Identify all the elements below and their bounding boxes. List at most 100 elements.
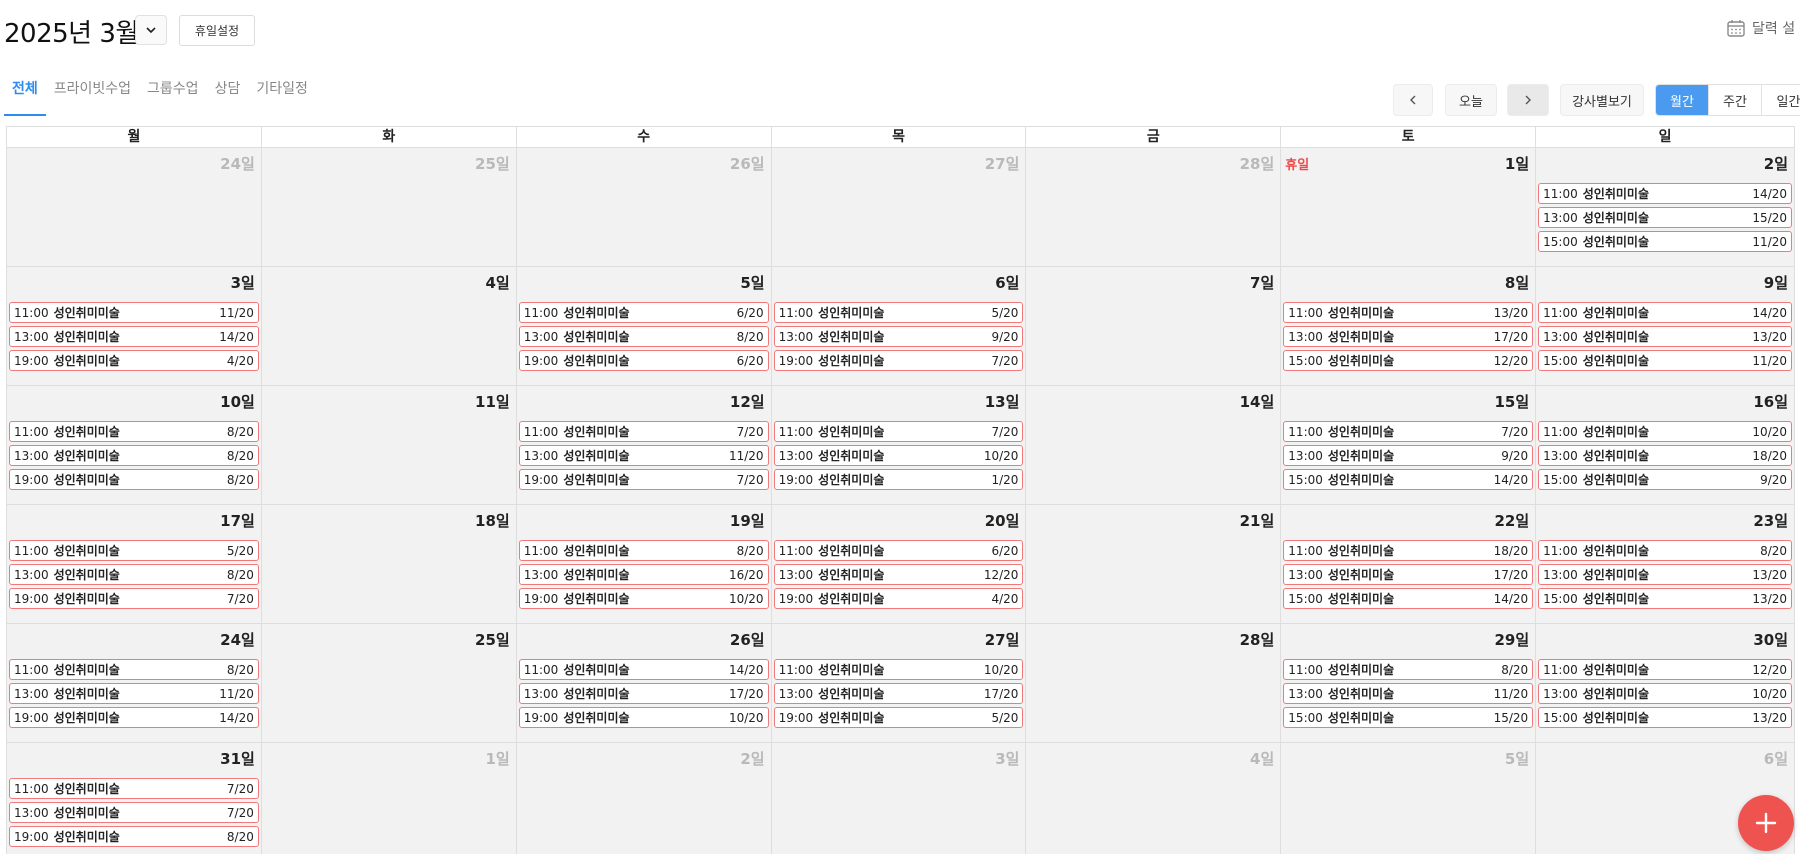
schedule-event[interactable]: 13:00 성인취미미술 15/20: [1538, 207, 1793, 228]
schedule-event[interactable]: 15:00 성인취미미술 11/20: [1538, 231, 1793, 252]
day-cell[interactable]: 7일: [1026, 267, 1282, 386]
schedule-event[interactable]: 13:00 성인취미미술 17/20: [518, 683, 769, 704]
schedule-event[interactable]: 11:00 성인취미미술 13/20: [1283, 302, 1534, 323]
day-cell[interactable]: 25일: [261, 148, 517, 267]
schedule-event[interactable]: 19:00 성인취미미술 8/20: [9, 826, 259, 847]
schedule-event[interactable]: 11:00 성인취미미술 14/20: [518, 659, 769, 680]
day-cell[interactable]: 21일: [1026, 505, 1282, 624]
holiday-settings-button[interactable]: 휴일설정: [179, 15, 255, 46]
schedule-event[interactable]: 19:00 성인취미미술 10/20: [518, 707, 769, 728]
schedule-event[interactable]: 19:00 성인취미미술 7/20: [773, 350, 1024, 371]
tab-other-schedule[interactable]: 기타일정: [248, 70, 316, 116]
schedule-event[interactable]: 19:00 성인취미미술 6/20: [518, 350, 769, 371]
schedule-event[interactable]: 15:00 성인취미미술 13/20: [1538, 707, 1793, 728]
day-cell[interactable]: 8일 11:00 성인취미미술 13/20 13:00 성인취미미술 17/20 15:00 성…: [1281, 267, 1537, 386]
tab-all[interactable]: 전체: [4, 70, 46, 116]
day-cell[interactable]: 6일 11:00 성인취미미술 5/20 13:00 성인취미미술 9/20 19:00 성인취…: [771, 267, 1027, 386]
schedule-event[interactable]: 13:00 성인취미미술 10/20: [773, 445, 1024, 466]
day-cell[interactable]: 24일 11:00 성인취미미술 8/20 13:00 성인취미미술 11/20 19:00 성…: [7, 624, 262, 743]
schedule-event[interactable]: 11:00 성인취미미술 5/20: [773, 302, 1024, 323]
day-cell[interactable]: 26일 11:00 성인취미미술 14/20 13:00 성인취미미술 17/20 19:00…: [516, 624, 772, 743]
schedule-event[interactable]: 11:00 성인취미미술 12/20: [1538, 659, 1793, 680]
schedule-event[interactable]: 11:00 성인취미미술 6/20: [518, 302, 769, 323]
schedule-event[interactable]: 15:00 성인취미미술 14/20: [1283, 588, 1534, 609]
month-dropdown-button[interactable]: [135, 15, 167, 45]
schedule-event[interactable]: 13:00 성인취미미술 14/20: [9, 326, 259, 347]
schedule-event[interactable]: 15:00 성인취미미술 15/20: [1283, 707, 1534, 728]
day-cell[interactable]: 19일 11:00 성인취미미술 8/20 13:00 성인취미미술 16/20 19:00 성…: [516, 505, 772, 624]
day-cell[interactable]: 12일 11:00 성인취미미술 7/20 13:00 성인취미미술 11/20 19:00 성…: [516, 386, 772, 505]
schedule-event[interactable]: 13:00 성인취미미술 17/20: [1283, 326, 1534, 347]
schedule-event[interactable]: 19:00 성인취미미술 1/20: [773, 469, 1024, 490]
schedule-event[interactable]: 13:00 성인취미미술 11/20: [518, 445, 769, 466]
day-cell[interactable]: 2일: [516, 743, 772, 854]
schedule-event[interactable]: 11:00 성인취미미술 8/20: [9, 421, 259, 442]
day-cell[interactable]: 24일: [7, 148, 262, 267]
schedule-event[interactable]: 11:00 성인취미미술 14/20: [1538, 302, 1793, 323]
schedule-event[interactable]: 11:00 성인취미미술 8/20: [1283, 659, 1534, 680]
day-cell[interactable]: 2일 11:00 성인취미미술 14/20 13:00 성인취미미술 15/20 15:00 성…: [1536, 148, 1796, 267]
schedule-event[interactable]: 13:00 성인취미미술 8/20: [9, 445, 259, 466]
day-cell[interactable]: 9일 11:00 성인취미미술 14/20 13:00 성인취미미술 13/20 15:00 성…: [1536, 267, 1796, 386]
tab-consultation[interactable]: 상담: [207, 70, 249, 116]
day-cell[interactable]: 16일 11:00 성인취미미술 10/20 13:00 성인취미미술 18/20 15:00…: [1536, 386, 1796, 505]
schedule-event[interactable]: 13:00 성인취미미술 18/20: [1538, 445, 1793, 466]
schedule-event[interactable]: 11:00 성인취미미술 7/20: [1283, 421, 1534, 442]
schedule-event[interactable]: 19:00 성인취미미술 4/20: [773, 588, 1024, 609]
add-schedule-button[interactable]: [1738, 795, 1794, 851]
schedule-event[interactable]: 13:00 성인취미미술 11/20: [1283, 683, 1534, 704]
schedule-event[interactable]: 19:00 성인취미미술 7/20: [518, 469, 769, 490]
schedule-event[interactable]: 15:00 성인취미미술 12/20: [1283, 350, 1534, 371]
schedule-event[interactable]: 19:00 성인취미미술 5/20: [773, 707, 1024, 728]
schedule-event[interactable]: 19:00 성인취미미술 10/20: [518, 588, 769, 609]
day-cell[interactable]: 29일 11:00 성인취미미술 8/20 13:00 성인취미미술 11/20 15:00 성…: [1281, 624, 1537, 743]
by-instructor-button[interactable]: 강사별보기: [1560, 84, 1644, 116]
schedule-event[interactable]: 13:00 성인취미미술 10/20: [1538, 683, 1793, 704]
day-cell[interactable]: 27일 11:00 성인취미미술 10/20 13:00 성인취미미술 17/20 19:00…: [771, 624, 1027, 743]
day-cell[interactable]: 1일 휴일: [1281, 148, 1537, 267]
schedule-event[interactable]: 11:00 성인취미미술 8/20: [518, 540, 769, 561]
schedule-event[interactable]: 11:00 성인취미미술 14/20: [1538, 183, 1793, 204]
day-cell[interactable]: 27일: [771, 148, 1027, 267]
day-cell[interactable]: 30일 11:00 성인취미미술 12/20 13:00 성인취미미술 10/20 15:00…: [1536, 624, 1796, 743]
schedule-event[interactable]: 11:00 성인취미미술 8/20: [1538, 540, 1793, 561]
schedule-event[interactable]: 15:00 성인취미미술 11/20: [1538, 350, 1793, 371]
schedule-event[interactable]: 11:00 성인취미미술 5/20: [9, 540, 259, 561]
schedule-event[interactable]: 19:00 성인취미미술 14/20: [9, 707, 259, 728]
day-cell[interactable]: 31일 11:00 성인취미미술 7/20 13:00 성인취미미술 7/20 19:00 성인…: [7, 743, 262, 854]
schedule-event[interactable]: 19:00 성인취미미술 8/20: [9, 469, 259, 490]
schedule-event[interactable]: 13:00 성인취미미술 9/20: [773, 326, 1024, 347]
schedule-event[interactable]: 11:00 성인취미미술 18/20: [1283, 540, 1534, 561]
schedule-event[interactable]: 11:00 성인취미미술 11/20: [9, 302, 259, 323]
day-cell[interactable]: 28일: [1026, 624, 1282, 743]
schedule-event[interactable]: 11:00 성인취미미술 10/20: [1538, 421, 1793, 442]
day-cell[interactable]: 25일: [261, 624, 517, 743]
tab-group-lesson[interactable]: 그룹수업: [139, 70, 207, 116]
day-cell[interactable]: 5일: [1281, 743, 1537, 854]
view-weekly-button[interactable]: 주간: [1709, 85, 1762, 115]
next-month-button[interactable]: [1507, 84, 1549, 116]
day-cell[interactable]: 28일: [1026, 148, 1282, 267]
day-cell[interactable]: 11일: [261, 386, 517, 505]
day-cell[interactable]: 3일 11:00 성인취미미술 11/20 13:00 성인취미미술 14/20 19:00 성…: [7, 267, 262, 386]
calendar-settings-button[interactable]: 달력 설: [1726, 18, 1795, 38]
day-cell[interactable]: 26일: [516, 148, 772, 267]
day-cell[interactable]: 13일 11:00 성인취미미술 7/20 13:00 성인취미미술 10/20 19:00 성…: [771, 386, 1027, 505]
view-monthly-button[interactable]: 월간: [1656, 85, 1709, 115]
schedule-event[interactable]: 13:00 성인취미미술 17/20: [773, 683, 1024, 704]
schedule-event[interactable]: 13:00 성인취미미술 8/20: [9, 564, 259, 585]
schedule-event[interactable]: 13:00 성인취미미술 13/20: [1538, 564, 1793, 585]
schedule-event[interactable]: 13:00 성인취미미술 8/20: [518, 326, 769, 347]
schedule-event[interactable]: 11:00 성인취미미술 8/20: [9, 659, 259, 680]
schedule-event[interactable]: 11:00 성인취미미술 7/20: [773, 421, 1024, 442]
day-cell[interactable]: 4일: [261, 267, 517, 386]
day-cell[interactable]: 23일 11:00 성인취미미술 8/20 13:00 성인취미미술 13/20 15:00 성…: [1536, 505, 1796, 624]
day-cell[interactable]: 14일: [1026, 386, 1282, 505]
today-button[interactable]: 오늘: [1445, 84, 1497, 116]
schedule-event[interactable]: 13:00 성인취미미술 13/20: [1538, 326, 1793, 347]
schedule-event[interactable]: 15:00 성인취미미술 9/20: [1538, 469, 1793, 490]
day-cell[interactable]: 22일 11:00 성인취미미술 18/20 13:00 성인취미미술 17/20 15:00…: [1281, 505, 1537, 624]
day-cell[interactable]: 3일: [771, 743, 1027, 854]
day-cell[interactable]: 4일: [1026, 743, 1282, 854]
view-daily-button[interactable]: 일간: [1762, 85, 1800, 115]
